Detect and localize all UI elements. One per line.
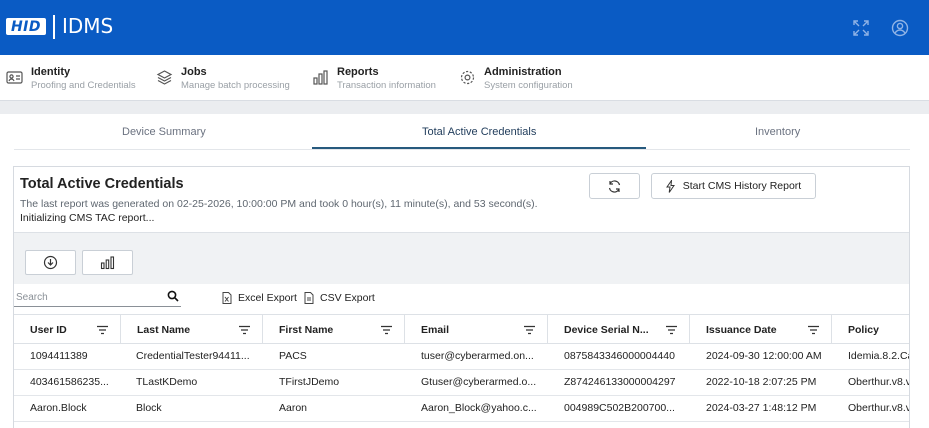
excel-file-icon — [222, 292, 232, 304]
cell-last-name: Block — [136, 402, 162, 414]
logo-separator — [53, 15, 55, 39]
column-header-user-id[interactable]: User ID — [14, 315, 121, 345]
menu-item-identity[interactable]: Identity Proofing and Credentials — [6, 65, 141, 95]
top-bar: HID IDMS — [0, 0, 929, 55]
cell-user-id: 403461586235... — [30, 376, 109, 388]
cell-device-serial-number: 0875843346000004440 — [564, 350, 675, 362]
cell-user-id: Aaron.Block — [30, 402, 87, 414]
bar-chart-icon — [313, 70, 328, 85]
search-field[interactable] — [14, 287, 181, 307]
filter-icon[interactable] — [524, 325, 535, 335]
report-tabs: Device Summary Total Active Credentials … — [0, 114, 929, 150]
hid-logo: HID — [6, 18, 46, 35]
report-generated-info: The last report was generated on 02-25-2… — [20, 198, 538, 210]
toolbar-area — [14, 232, 909, 284]
cell-last-name: TLastKDemo — [136, 376, 198, 388]
cell-user-id: 1094411389 — [30, 350, 88, 362]
id-card-icon — [6, 71, 23, 84]
tab-inventory[interactable]: Inventory — [755, 126, 800, 138]
tab-total-active-credentials[interactable]: Total Active Credentials — [422, 126, 536, 138]
filter-icon[interactable] — [666, 325, 677, 335]
search-icon[interactable] — [167, 290, 179, 302]
lightning-icon — [665, 179, 675, 193]
bar-chart-icon — [100, 256, 115, 270]
cell-policy: Oberthur.v8.v — [848, 376, 909, 388]
filter-icon[interactable] — [381, 325, 392, 335]
cell-email: Aaron_Block@yahoo.c... — [421, 402, 537, 414]
cell-policy: Idemia.8.2.Ca — [848, 350, 909, 362]
cell-first-name: PACS — [279, 350, 307, 362]
column-header-policy[interactable]: Policy — [832, 315, 909, 345]
fullscreen-icon[interactable] — [852, 19, 870, 37]
download-icon — [43, 255, 58, 270]
table-row[interactable]: 1094411389 CredentialTester94411... PACS… — [14, 344, 909, 370]
cell-issuance-date: 2024-09-30 12:00:00 AM — [706, 350, 822, 362]
excel-export-button[interactable]: Excel Export — [222, 292, 297, 304]
filter-icon[interactable] — [808, 325, 819, 335]
refresh-icon — [608, 179, 621, 193]
menu-item-administration[interactable]: Administration System configuration — [459, 65, 584, 95]
gear-icon — [460, 70, 475, 85]
cell-email: Gtuser@cyberarmed.o... — [421, 376, 537, 388]
app-name: IDMS — [62, 14, 114, 38]
user-account-icon[interactable] — [891, 19, 909, 37]
cell-issuance-date: 2024-03-27 1:48:12 PM — [706, 402, 817, 414]
tab-device-summary[interactable]: Device Summary — [122, 126, 206, 138]
column-header-first-name[interactable]: First Name — [263, 315, 405, 345]
column-header-issuance-date[interactable]: Issuance Date — [690, 315, 832, 345]
start-cms-history-report-button[interactable]: Start CMS History Report — [651, 173, 816, 199]
cell-last-name: CredentialTester94411... — [136, 350, 250, 362]
cell-first-name: Aaron — [279, 402, 308, 414]
refresh-button[interactable] — [589, 173, 640, 199]
filter-icon[interactable] — [97, 325, 108, 335]
report-status: Initializing CMS TAC report... — [20, 212, 155, 224]
chart-view-button[interactable] — [82, 250, 133, 275]
cell-policy: Oberthur.v8.v — [848, 402, 909, 414]
active-tab-indicator — [312, 147, 646, 149]
column-header-email[interactable]: Email — [405, 315, 548, 345]
layers-icon — [156, 70, 173, 85]
download-button[interactable] — [25, 250, 76, 275]
cell-device-serial-number: 004989C502B200700... — [564, 402, 675, 414]
table-header: User ID Last Name First Name Email Devic… — [14, 314, 909, 345]
csv-file-icon — [304, 292, 314, 304]
cell-first-name: TFirstJDemo — [279, 376, 340, 388]
cell-email: tuser@cyberarmed.on... — [421, 350, 534, 362]
table-row[interactable]: 403461586235... TLastKDemo TFirstJDemo G… — [14, 370, 909, 396]
filter-icon[interactable] — [239, 325, 250, 335]
tab-divider — [14, 149, 910, 150]
menu-item-jobs[interactable]: Jobs Manage batch processing — [156, 65, 296, 95]
cell-issuance-date: 2022-10-18 2:07:25 PM — [706, 376, 817, 388]
table-row[interactable]: Aaron.Block Block Aaron Aaron_Block@yaho… — [14, 396, 909, 422]
main-menu: Identity Proofing and Credentials Jobs M… — [0, 55, 929, 101]
search-input[interactable] — [16, 289, 156, 305]
report-title: Total Active Credentials — [20, 176, 184, 192]
csv-export-button[interactable]: CSV Export — [304, 292, 375, 304]
column-header-device-serial-number[interactable]: Device Serial N... — [548, 315, 690, 345]
column-header-last-name[interactable]: Last Name — [121, 315, 263, 345]
menu-item-reports[interactable]: Reports Transaction information — [312, 65, 442, 95]
cell-device-serial-number: Z874246133000004297 — [564, 376, 676, 388]
